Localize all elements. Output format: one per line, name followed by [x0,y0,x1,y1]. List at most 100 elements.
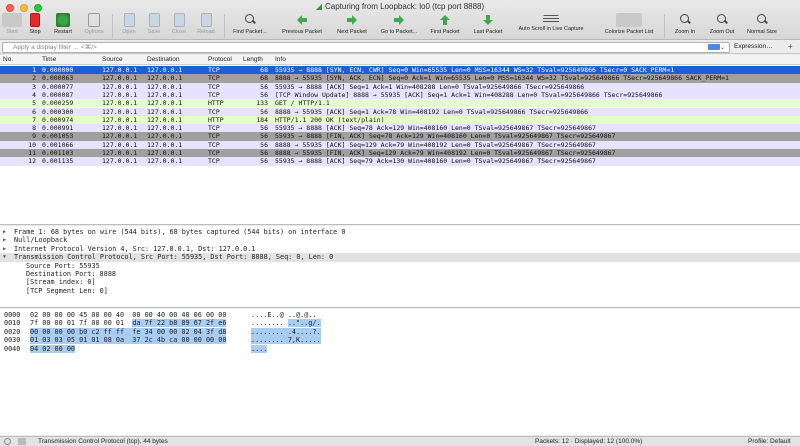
detail-tree-item[interactable]: Destination Port: 8888 [0,270,800,278]
detail-tree-item[interactable]: Source Port: 55935 [0,262,800,270]
start-capture-button[interactable]: Start [2,12,22,40]
reload-label: Reload [197,29,215,35]
normal-size-button[interactable]: Normal Size [742,12,782,40]
status-profile[interactable]: Profile: Default [748,437,791,446]
packet-cell-info: 55935 → 8888 [ACK] Seq=78 Ack=129 Win=40… [275,124,596,133]
restart-capture-button[interactable]: Restart [50,12,76,40]
byte-ascii[interactable]: ........ .4....?. [251,327,321,336]
detail-tree-item[interactable]: [TCP Segment Len: 0] [0,287,800,295]
column-length[interactable]: Length [243,56,263,63]
packet-cell-time: 0.000300 [42,107,74,116]
previous-packet-button[interactable]: Previous Packet [276,12,328,40]
packet-cell-proto: TCP [208,140,220,149]
expert-info-icon[interactable] [4,438,11,445]
zoom-out-button[interactable]: Zoom Out [704,12,740,40]
packet-cell-no: 12 [28,157,36,166]
capture-options-button[interactable]: Options [80,12,108,40]
apply-filter-arrow-icon[interactable] [708,44,720,50]
first-packet-button[interactable]: First Packet [424,12,466,40]
toolbar-divider [664,14,665,38]
window-title-text: Capturing from Loopback: lo0 (tcp port 8… [324,2,485,11]
packet-row[interactable]: 6 0.000300 127.0.0.1 127.0.0.1 TCP 56 8888 → 5… [0,107,800,116]
collapsed-triangle-icon[interactable]: ▶ [3,245,6,253]
packet-cell-info: 55935 → 8888 [SYN, ECN, CWR] Seq=0 Win=6… [275,66,675,74]
toolbar-divider [224,14,225,38]
packet-cell-src: 127.0.0.1 [102,90,138,99]
column-info[interactable]: Info [275,56,286,63]
packet-cell-dst: 127.0.0.1 [147,115,183,124]
column-source[interactable]: Source [102,56,123,63]
packet-cell-no: 4 [32,90,36,99]
detail-tree-item[interactable]: ▶ Internet Protocol Version 4, Src: 127.0… [0,245,800,253]
save-file-button[interactable]: Save [143,12,165,40]
detail-tree-item[interactable]: ▼ Transmission Control Protocol, Src Port… [0,253,800,262]
byte-hex[interactable]: 7f 00 00 01 7f 00 00 01 da 7f 22 b8 89 6… [30,319,227,328]
byte-ascii[interactable]: ........ .."..g/. [251,319,321,328]
packet-row[interactable]: 10 0.001066 127.0.0.1 127.0.0.1 TCP 56 8888 → … [0,140,800,149]
byte-hex-highlight: 00 00 00 00 b0 c2 ff ff fe 34 00 00 02 0… [30,327,227,336]
display-filter-input[interactable]: Apply a display filter … <⌘/> [2,42,730,53]
packet-details-pane: ▶ Frame 1: 68 bytes on wire (544 bits), 6… [0,226,800,308]
last-packet-button[interactable]: Last Packet [468,12,508,40]
packet-row[interactable]: 4 0.000087 127.0.0.1 127.0.0.1 TCP 56 [TCP Win… [0,90,800,100]
packet-row[interactable]: 7 0.000974 127.0.0.1 127.0.0.1 HTTP 184 HTTP/1… [0,115,800,125]
byte-offset: 0030 [4,336,21,345]
byte-hex[interactable]: 00 00 00 00 b0 c2 ff ff fe 34 00 00 02 0… [30,327,227,336]
packet-cell-len: 56 [260,124,268,133]
collapsed-triangle-icon[interactable]: ▶ [3,236,6,244]
packet-row[interactable]: 3 0.000077 127.0.0.1 127.0.0.1 TCP 56 55935 → … [0,82,800,91]
packet-cell-info: 8888 → 55935 [FIN, ACK] Seq=129 Ack=79 W… [275,149,616,157]
zoom-in-button[interactable]: Zoom In [668,12,702,40]
packet-row[interactable]: 11 0.001103 127.0.0.1 127.0.0.1 TCP 56 8888 → … [0,149,800,158]
normal-size-icon [756,13,768,27]
packet-cell-dst: 127.0.0.1 [147,99,183,108]
byte-ascii-highlight: ........ .4....?. [251,327,321,336]
column-time[interactable]: Time [42,56,56,63]
add-filter-button[interactable]: + [788,42,793,51]
byte-hex[interactable]: 01 03 03 05 01 01 08 0a 37 2c 4b ca 00 0… [30,336,227,345]
packet-cell-time: 0.001103 [42,149,74,157]
column-no[interactable]: No. [3,56,13,63]
capture-comment-icon[interactable] [18,438,26,445]
byte-ascii[interactable]: .... [251,344,268,353]
open-file-button[interactable]: Open [118,12,140,40]
packet-cell-no: 2 [32,74,36,83]
packet-cell-time: 0.000259 [42,99,74,108]
packet-cell-proto: TCP [208,132,220,141]
packet-list: No. Time Source Destination Protocol Len… [0,55,800,225]
packet-cell-len: 56 [260,149,268,157]
collapsed-triangle-icon[interactable]: ▶ [3,228,6,236]
packet-row[interactable]: 12 0.001135 127.0.0.1 127.0.0.1 TCP 56 55935 →… [0,157,800,166]
go-to-packet-button[interactable]: Go to Packet... [376,12,422,40]
column-protocol[interactable]: Protocol [208,56,232,63]
byte-hex-highlight: 01 03 03 05 01 01 08 0a 37 2c 4b ca 00 0… [30,336,227,345]
byte-hex[interactable]: 02 00 00 00 45 00 00 40 00 00 40 00 40 0… [30,311,226,319]
packet-row[interactable]: 8 0.000991 127.0.0.1 127.0.0.1 TCP 56 55935 → … [0,124,800,133]
byte-ascii[interactable]: ........ 7,K..... [251,336,321,345]
find-packet-button[interactable]: Find Packet... [228,12,272,40]
close-file-button[interactable]: Close [168,12,190,40]
packet-row[interactable]: 9 0.001053 127.0.0.1 127.0.0.1 TCP 56 55935 → … [0,132,800,141]
column-destination[interactable]: Destination [147,56,180,63]
byte-ascii-plain: ........ [251,319,288,328]
colorize-button[interactable]: Colorize Packet List [598,12,660,40]
byte-ascii[interactable]: ....E..@ ..@.@.. [251,311,316,319]
packet-row[interactable]: 2 0.000063 127.0.0.1 127.0.0.1 TCP 68 8888 → 5… [0,74,800,83]
byte-hex[interactable]: 04 02 00 00 [30,344,76,353]
packet-row[interactable]: 5 0.000259 127.0.0.1 127.0.0.1 HTTP 133 GET / … [0,99,800,108]
expression-button[interactable]: Expression… [734,43,773,50]
detail-tree-item[interactable]: ▶ Null/Loopback [0,236,800,244]
next-packet-button[interactable]: Next Packet [330,12,374,40]
packet-cell-proto: TCP [208,107,220,116]
auto-scroll-button[interactable]: Auto Scroll in Live Capture [512,12,590,40]
detail-tree-item[interactable]: [Stream index: 0] [0,278,800,286]
detail-tree-item[interactable]: ▶ Frame 1: 68 bytes on wire (544 bits), 6… [0,228,800,236]
expanded-triangle-icon[interactable]: ▼ [3,253,6,261]
filter-history-chevron-icon[interactable]: ⌄ [720,44,725,51]
byte-hex-plain: 02 00 00 00 45 00 00 40 00 00 40 00 40 0… [30,311,227,319]
restart-label: Restart [54,29,72,35]
stop-capture-button[interactable]: Stop [24,12,46,40]
packet-cell-time: 0.000991 [42,124,74,133]
packet-row[interactable]: 1 0.000000 127.0.0.1 127.0.0.1 TCP 68 55935 → … [0,66,800,75]
reload-file-button[interactable]: Reload [193,12,219,40]
